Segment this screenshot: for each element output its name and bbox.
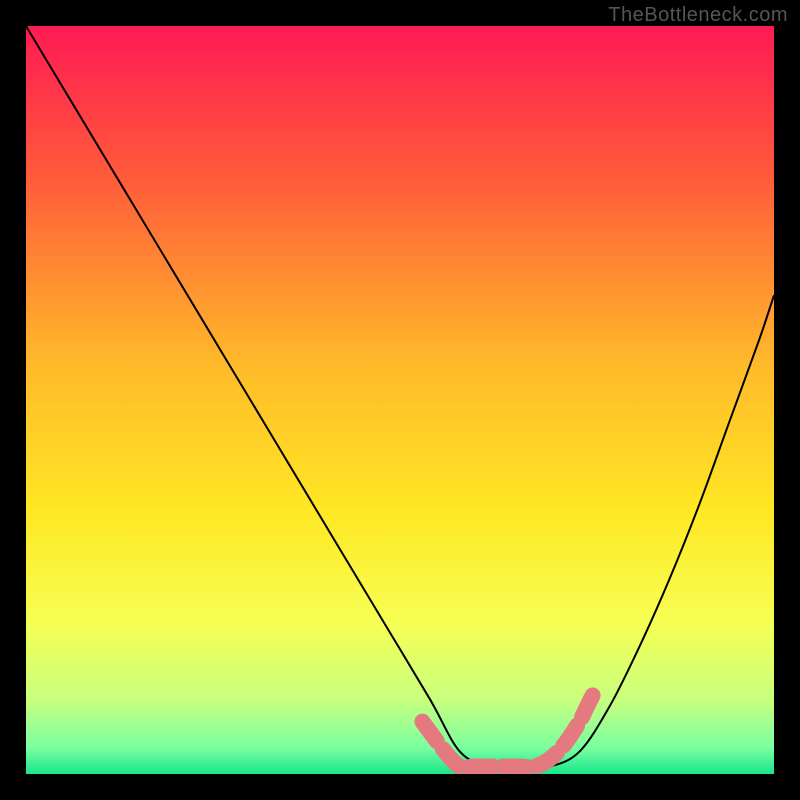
watermark-text: TheBottleneck.com [608,4,788,27]
chart-frame: TheBottleneck.com [0,0,800,800]
chart-svg [26,26,774,774]
chart-background [26,26,774,774]
chart-plot-area [26,26,774,774]
